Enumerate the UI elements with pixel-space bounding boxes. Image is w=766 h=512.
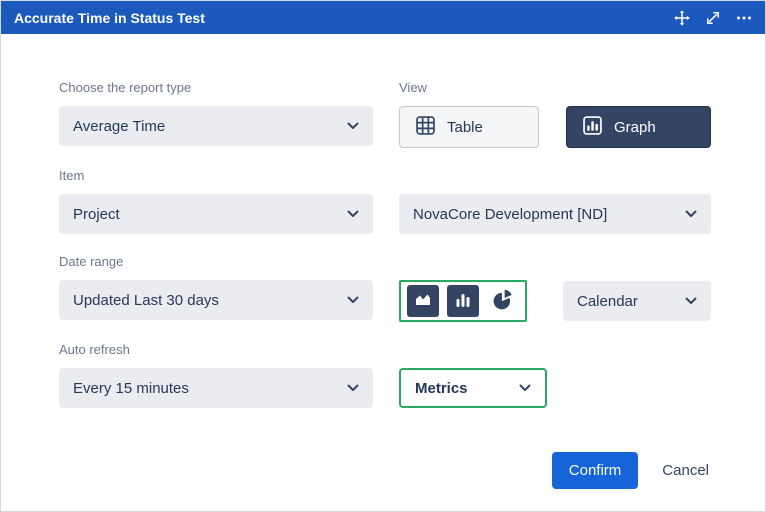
project-select[interactable]: NovaCore Development [ND] (399, 194, 711, 234)
resize-icon[interactable] (706, 11, 720, 25)
graph-view-label: Graph (614, 119, 656, 136)
report-type-field: Choose the report type Average Time (59, 80, 373, 148)
dialog-title: Accurate Time in Status Test (14, 10, 205, 26)
bar-chart-button[interactable] (447, 285, 479, 317)
chevron-down-icon (347, 296, 359, 304)
item-field: Item Project (59, 168, 373, 234)
item-select[interactable]: Project (59, 194, 373, 234)
chevron-down-icon (347, 122, 359, 130)
project-field: . NovaCore Development [ND] (399, 168, 711, 234)
calendar-value: Calendar (577, 293, 638, 310)
report-type-label: Choose the report type (59, 80, 373, 96)
chevron-down-icon (347, 210, 359, 218)
table-view-button[interactable]: Table (399, 106, 539, 148)
time-in-status-dialog: Accurate Time in Status Test (0, 0, 766, 512)
bar-chart-icon (453, 290, 473, 313)
header-icons (674, 10, 752, 26)
auto-refresh-field: Auto refresh Every 15 minutes (59, 342, 373, 408)
item-label: Item (59, 168, 373, 184)
dialog-footer: Confirm Cancel (59, 452, 709, 489)
pie-chart-icon (492, 289, 514, 314)
date-range-select[interactable]: Updated Last 30 days (59, 280, 373, 320)
date-range-field: Date range Updated Last 30 days (59, 254, 373, 322)
view-label: View (399, 80, 711, 96)
chevron-down-icon (519, 384, 531, 392)
move-icon[interactable] (674, 10, 690, 26)
calendar-select[interactable]: Calendar (563, 281, 711, 321)
table-icon (416, 116, 435, 139)
date-range-value: Updated Last 30 days (73, 292, 219, 309)
table-view-label: Table (447, 119, 483, 136)
auto-refresh-select[interactable]: Every 15 minutes (59, 368, 373, 408)
metrics-select[interactable]: Metrics (399, 368, 547, 408)
view-field: View Table (399, 80, 711, 148)
report-type-value: Average Time (73, 118, 165, 135)
report-type-select[interactable]: Average Time (59, 106, 373, 146)
cancel-button[interactable]: Cancel (662, 462, 709, 479)
project-value: NovaCore Development [ND] (413, 206, 607, 223)
chart-type-group (399, 280, 527, 322)
confirm-button[interactable]: Confirm (552, 452, 639, 489)
auto-refresh-value: Every 15 minutes (73, 380, 189, 397)
area-chart-icon (413, 290, 433, 313)
item-value: Project (73, 206, 120, 223)
dialog-body: Choose the report type Average Time View (1, 34, 765, 489)
graph-icon (583, 116, 602, 139)
area-chart-button[interactable] (407, 285, 439, 317)
chevron-down-icon (347, 384, 359, 392)
metrics-value: Metrics (415, 380, 468, 397)
auto-refresh-label: Auto refresh (59, 342, 373, 358)
chart-options-field: . (399, 254, 711, 322)
pie-chart-button[interactable] (487, 285, 519, 317)
date-range-label: Date range (59, 254, 373, 270)
metrics-field: . Metrics (399, 342, 711, 408)
more-options-icon[interactable] (736, 11, 752, 25)
graph-view-button[interactable]: Graph (566, 106, 711, 148)
chevron-down-icon (685, 297, 697, 305)
chevron-down-icon (685, 210, 697, 218)
dialog-header: Accurate Time in Status Test (1, 1, 765, 34)
